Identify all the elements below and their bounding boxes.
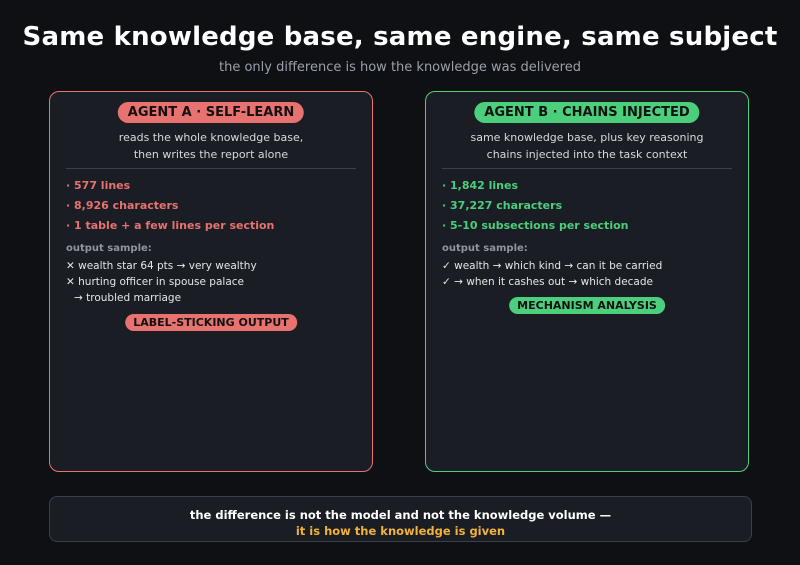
agent-b-stat-lines: · 1,842 lines — [442, 179, 519, 192]
agent-a-stat-characters: · 8,926 characters — [66, 199, 179, 212]
agent-a-sample: ✕ wealth star 64 pts → very wealthy ✕ hu… — [66, 259, 257, 307]
agent-b-stats: · 1,842 lines · 37,227 characters · 5-10… — [442, 179, 628, 239]
agent-b-stat-characters: · 37,227 characters — [442, 199, 563, 212]
agent-a-stat-structure: · 1 table + a few lines per section — [66, 219, 275, 232]
agent-b-sample: ✓ wealth → which kind → can it be carrie… — [442, 259, 662, 291]
agent-a-sample-label: output sample: — [66, 243, 152, 254]
agent-b-description: same knowledge base, plus key reasoning … — [426, 130, 748, 163]
agent-a-divider — [66, 168, 356, 169]
agent-a-verdict-badge: LABEL-STICKING OUTPUT — [125, 314, 297, 331]
agent-a-label: AGENT A · SELF-LEARN — [117, 102, 305, 123]
agent-b-desc-line-2: chains injected into the task context — [486, 147, 688, 161]
agent-a-stats: · 577 lines · 8,926 characters · 1 table… — [66, 179, 274, 239]
agent-b-stat-structure: · 5-10 subsections per section — [442, 219, 629, 232]
agent-b-sample-line: ✓ → when it cashes out → which decade — [442, 276, 653, 288]
page-subtitle: the only difference is how the knowledge… — [218, 60, 581, 75]
agent-b-divider — [442, 168, 732, 169]
conclusion-line-2: it is how the knowledge is given — [295, 524, 506, 538]
agent-b-card: AGENT B · CHAINS INJECTED same knowledge… — [425, 91, 749, 472]
conclusion-banner: the difference is not the model and not … — [49, 496, 752, 542]
agent-a-stat-lines: · 577 lines — [66, 179, 131, 192]
agent-a-desc-line-2: then writes the report alone — [133, 147, 289, 161]
agent-a-sample-line: → troubled marriage — [74, 292, 182, 304]
agent-a-description: reads the whole knowledge base, then wri… — [50, 130, 372, 163]
agent-a-card: AGENT A · SELF-LEARN reads the whole kno… — [49, 91, 373, 472]
agent-b-verdict-badge: MECHANISM ANALYSIS — [509, 297, 665, 314]
agent-a-sample-line: ✕ wealth star 64 pts → very wealthy — [66, 260, 257, 272]
agent-a-sample-line: ✕ hurting officer in spouse palace — [66, 276, 244, 288]
agent-b-sample-label: output sample: — [442, 243, 528, 254]
conclusion-line-1: the difference is not the model and not … — [189, 508, 612, 522]
agent-b-desc-line-1: same knowledge base, plus key reasoning — [470, 131, 704, 144]
agent-a-desc-line-1: reads the whole knowledge base, — [118, 131, 304, 144]
page-title: Same knowledge base, same engine, same s… — [22, 22, 778, 52]
agent-b-label: AGENT B · CHAINS INJECTED — [474, 102, 700, 123]
agent-b-sample-line: ✓ wealth → which kind → can it be carrie… — [442, 260, 663, 272]
